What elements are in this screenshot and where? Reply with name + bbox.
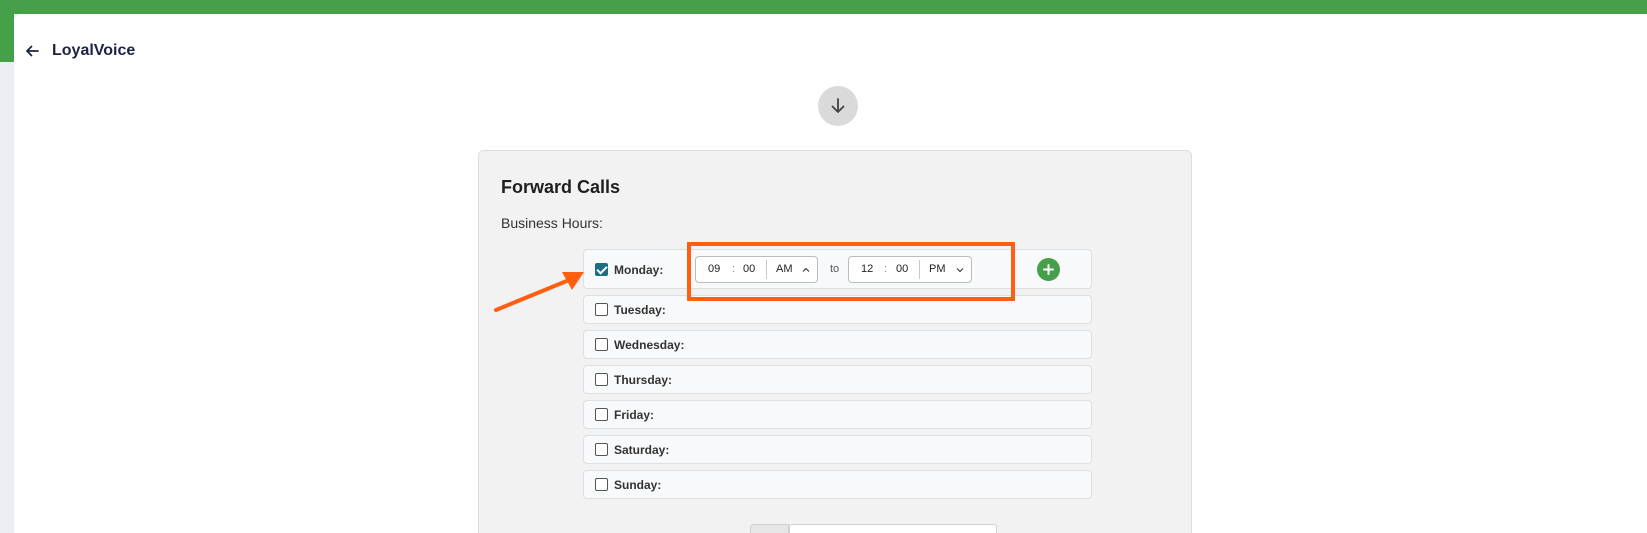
annotation-arrow-icon bbox=[494, 272, 584, 312]
sunday-checkbox[interactable] bbox=[595, 478, 608, 491]
tuesday-label: Tuesday: bbox=[614, 303, 666, 317]
friday-checkbox[interactable] bbox=[595, 408, 608, 421]
day-row-sunday: Sunday: bbox=[583, 470, 1092, 499]
plus-icon bbox=[1043, 264, 1054, 275]
step-connector bbox=[818, 86, 858, 126]
bottom-input[interactable] bbox=[789, 524, 997, 533]
sunday-label: Sunday: bbox=[614, 478, 662, 492]
left-accent-bar bbox=[0, 14, 14, 62]
day-row-saturday: Saturday: bbox=[583, 435, 1092, 464]
thursday-label: Thursday: bbox=[614, 373, 673, 387]
day-row-thursday: Thursday: bbox=[583, 365, 1092, 394]
highlight-box bbox=[687, 242, 1015, 301]
top-accent-bar bbox=[0, 0, 1647, 14]
thursday-checkbox[interactable] bbox=[595, 373, 608, 386]
page-header: LoyalVoice bbox=[24, 40, 135, 62]
add-hours-button[interactable] bbox=[1037, 258, 1060, 281]
left-gutter bbox=[0, 62, 14, 533]
friday-label: Friday: bbox=[614, 408, 655, 422]
bottom-control-prefix bbox=[750, 524, 789, 533]
monday-label: Monday: bbox=[614, 263, 664, 277]
wednesday-checkbox[interactable] bbox=[595, 338, 608, 351]
saturday-label: Saturday: bbox=[614, 443, 670, 457]
arrow-down-icon bbox=[831, 98, 845, 113]
day-row-friday: Friday: bbox=[583, 400, 1092, 429]
day-row-wednesday: Wednesday: bbox=[583, 330, 1092, 359]
card-title: Forward Calls bbox=[501, 177, 621, 197]
forward-calls-card: Forward Calls Business Hours: Monday: 09… bbox=[478, 150, 1192, 533]
wednesday-label: Wednesday: bbox=[614, 338, 685, 352]
arrow-left-icon[interactable] bbox=[24, 43, 40, 59]
tuesday-checkbox[interactable] bbox=[595, 303, 608, 316]
business-hours-label: Business Hours: bbox=[501, 215, 603, 231]
monday-checkbox[interactable] bbox=[595, 263, 608, 276]
app-title: LoyalVoice bbox=[52, 42, 136, 59]
saturday-checkbox[interactable] bbox=[595, 443, 608, 456]
